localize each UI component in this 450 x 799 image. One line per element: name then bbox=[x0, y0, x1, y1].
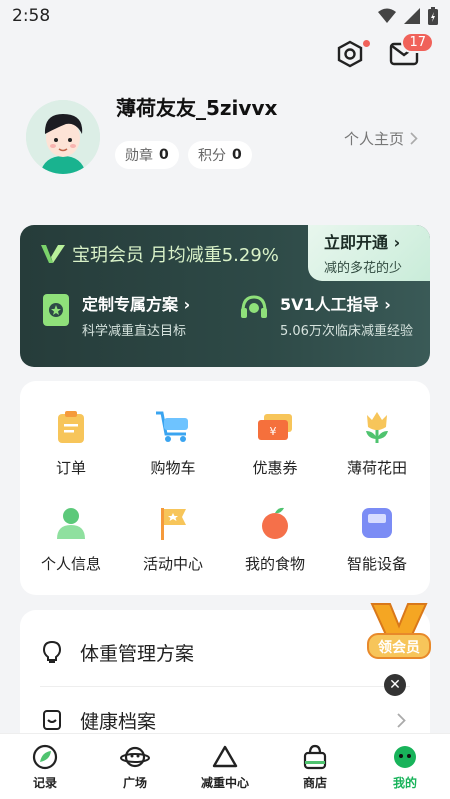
badge-label: 勋章 bbox=[125, 148, 153, 164]
badge-chip[interactable]: 勋章 0 bbox=[115, 141, 179, 169]
grid-item-cart[interactable]: 购物车 bbox=[122, 407, 224, 478]
vip-open-button[interactable]: 立即开通 › 减的多花的少 bbox=[308, 225, 430, 281]
status-bar: 2:58 bbox=[0, 0, 450, 32]
notification-dot bbox=[363, 40, 370, 47]
flag-icon bbox=[161, 508, 186, 540]
leaf-icon bbox=[32, 744, 58, 770]
points-chip[interactable]: 积分 0 bbox=[188, 141, 252, 169]
status-time: 2:58 bbox=[12, 6, 51, 26]
vip-open-subtitle: 减的多花的少 bbox=[324, 261, 403, 276]
messages-button[interactable]: 17 bbox=[388, 32, 434, 70]
planet-icon bbox=[120, 746, 150, 768]
grid-item-label: 购物车 bbox=[150, 459, 196, 477]
list-divider bbox=[40, 686, 410, 687]
scale-icon bbox=[362, 508, 392, 538]
avatar[interactable] bbox=[26, 100, 100, 174]
feature-guidance-title: 5V1人工指导 › bbox=[280, 295, 391, 314]
coupon-icon: ¥ bbox=[258, 414, 292, 440]
points-count: 0 bbox=[232, 147, 242, 163]
username: 薄荷友友_5zivvx bbox=[116, 96, 278, 120]
vip-floating-badge-icon: 领会员 bbox=[367, 603, 431, 659]
avatar-illustration bbox=[26, 100, 100, 174]
close-floating-button[interactable]: ✕ bbox=[384, 674, 406, 696]
tab-label: 记录 bbox=[32, 776, 57, 790]
grid-item-flower-field[interactable]: 薄荷花田 bbox=[326, 407, 428, 478]
homepage-link-label: 个人主页 bbox=[343, 130, 404, 148]
feature-custom-plan-title: 定制专属方案 › bbox=[82, 295, 191, 314]
tab-record[interactable]: 记录 bbox=[0, 734, 90, 799]
chevron-right-icon bbox=[397, 712, 406, 728]
tab-weight-center[interactable]: 减重中心 bbox=[180, 734, 270, 799]
grid-item-my-food[interactable]: 我的食物 bbox=[224, 503, 326, 574]
headset-5v1-icon bbox=[241, 295, 267, 318]
list-item-label: 健康档案 bbox=[80, 710, 157, 733]
badge-count: 0 bbox=[159, 147, 169, 163]
triangle-icon bbox=[212, 745, 238, 768]
shortcut-grid: 订单 购物车 ¥ 优惠券 薄荷花田 个人信息 活动中心 我的食物 智能设备 bbox=[20, 381, 430, 595]
vip-title: 宝玥会员 月均减重5.29% bbox=[72, 245, 279, 266]
feature-custom-plan-subtitle: 科学减重直达目标 bbox=[82, 324, 187, 339]
cart-icon bbox=[156, 411, 188, 442]
vip-open-title: 立即开通 › bbox=[324, 233, 401, 252]
header-actions: 17 bbox=[334, 32, 434, 70]
flower-icon bbox=[366, 412, 388, 443]
grid-item-orders[interactable]: 订单 bbox=[20, 407, 122, 478]
feature-guidance-subtitle: 5.06万次临床减重经验 bbox=[280, 324, 413, 339]
settings-button[interactable] bbox=[334, 38, 370, 70]
message-count-badge: 17 bbox=[401, 32, 434, 53]
shopping-bag-icon bbox=[303, 744, 327, 770]
tab-mine[interactable]: 我的 bbox=[360, 734, 450, 799]
floating-vip-label: 领会员 bbox=[378, 639, 420, 656]
vip-title-row: 宝玥会员 月均减重5.29% bbox=[40, 241, 279, 267]
points-label: 积分 bbox=[198, 148, 226, 164]
bottom-tab-bar: 记录 广场 减重中心 商店 我的 bbox=[0, 733, 450, 799]
clipboard-icon bbox=[58, 411, 84, 443]
tab-label: 商店 bbox=[302, 776, 327, 790]
vip-logo-icon bbox=[41, 245, 65, 263]
status-icons bbox=[378, 7, 438, 25]
tab-plaza[interactable]: 广场 bbox=[90, 734, 180, 799]
hexagon-settings-icon bbox=[337, 40, 363, 68]
person-icon bbox=[57, 508, 85, 539]
grid-item-label: 优惠券 bbox=[252, 459, 298, 477]
list-item-label: 体重管理方案 bbox=[80, 642, 195, 665]
tab-shop[interactable]: 商店 bbox=[270, 734, 360, 799]
grid-item-label: 我的食物 bbox=[244, 555, 305, 573]
floating-vip-button[interactable]: 领会员 bbox=[364, 596, 434, 666]
grid-item-coupons[interactable]: ¥ 优惠券 bbox=[224, 407, 326, 478]
feature-custom-plan[interactable]: 定制专属方案 › 科学减重直达目标 bbox=[40, 291, 190, 339]
homepage-link[interactable]: 个人主页 bbox=[344, 128, 418, 149]
grid-item-label: 智能设备 bbox=[346, 555, 407, 573]
health-record-icon bbox=[43, 710, 61, 730]
grid-item-activity-center[interactable]: 活动中心 bbox=[122, 503, 224, 574]
mint-face-icon bbox=[394, 746, 416, 768]
battery-icon bbox=[428, 7, 438, 25]
feature-guidance[interactable]: 5V1人工指导 › 5.06万次临床减重经验 bbox=[238, 291, 413, 339]
chevron-right-icon bbox=[410, 132, 418, 145]
plan-book-icon bbox=[43, 294, 69, 326]
wifi-icon bbox=[378, 8, 396, 23]
svg-text:¥: ¥ bbox=[270, 425, 277, 438]
tab-label: 减重中心 bbox=[200, 776, 249, 790]
vip-card[interactable]: 宝玥会员 月均减重5.29% 立即开通 › 减的多花的少 定制专属方案 › 科学… bbox=[20, 225, 430, 367]
grid-item-label: 订单 bbox=[55, 459, 86, 477]
grid-item-label: 活动中心 bbox=[142, 555, 203, 573]
grid-item-label: 个人信息 bbox=[40, 555, 101, 573]
tab-label: 广场 bbox=[122, 776, 147, 790]
grid-item-personal-info[interactable]: 个人信息 bbox=[20, 503, 122, 574]
tab-label: 我的 bbox=[392, 776, 417, 790]
apple-icon bbox=[262, 507, 288, 539]
grid-item-label: 薄荷花田 bbox=[346, 459, 407, 477]
lightbulb-icon bbox=[42, 640, 62, 663]
signal-icon bbox=[404, 8, 420, 24]
grid-item-smart-device[interactable]: 智能设备 bbox=[326, 503, 428, 574]
